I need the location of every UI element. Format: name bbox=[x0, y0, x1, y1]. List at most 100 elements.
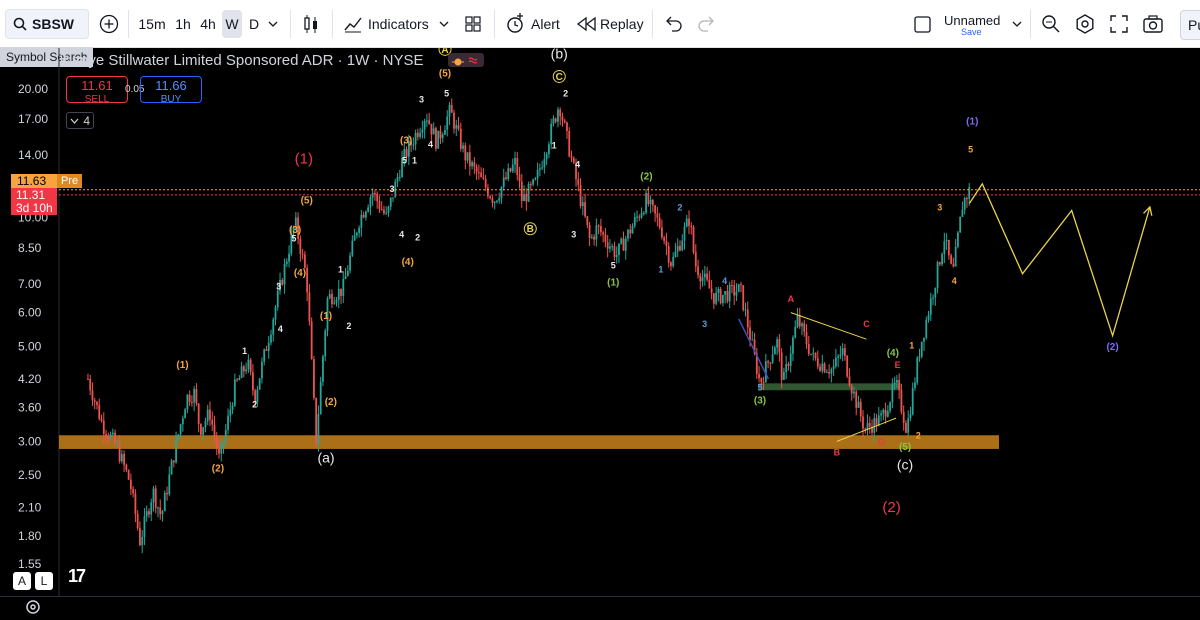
candle-body bbox=[509, 168, 512, 172]
divider bbox=[332, 10, 333, 38]
wave-label: (2) bbox=[882, 499, 900, 516]
chevron-down-icon[interactable] bbox=[1012, 21, 1022, 27]
candle-body bbox=[177, 434, 180, 440]
candle-body bbox=[301, 253, 304, 255]
alert-button[interactable]: Alert bbox=[531, 10, 560, 38]
wave-label: 5 bbox=[402, 155, 407, 165]
candle-body bbox=[412, 144, 415, 146]
chevron-down-icon[interactable] bbox=[268, 21, 278, 27]
candle-body bbox=[834, 357, 837, 367]
settings-icon[interactable] bbox=[1072, 11, 1098, 37]
timeframe-15m[interactable]: 15m bbox=[137, 10, 167, 38]
wave-label: (4) bbox=[887, 348, 899, 359]
sell-button[interactable]: 11.61 SELL bbox=[66, 76, 128, 105]
candle-body bbox=[597, 225, 600, 227]
price-chart[interactable]: 20.0017.0014.0012.0010.008.507.006.005.0… bbox=[0, 48, 1200, 620]
price-tick-label: 3.00 bbox=[18, 434, 42, 448]
bar-countdown: 3d 10h bbox=[16, 201, 53, 215]
candle-body bbox=[414, 132, 417, 145]
replay-button[interactable]: Replay bbox=[600, 10, 644, 38]
gear-icon[interactable] bbox=[24, 598, 42, 616]
timeframe-d[interactable]: D bbox=[244, 10, 264, 38]
wave-label: C bbox=[556, 72, 563, 83]
add-symbol-icon[interactable] bbox=[96, 11, 122, 37]
candle-body bbox=[783, 372, 785, 380]
candle-body bbox=[961, 209, 964, 217]
candle-body bbox=[374, 193, 376, 195]
candles-icon[interactable] bbox=[298, 11, 324, 37]
candle-body bbox=[163, 492, 166, 512]
candle-body bbox=[916, 357, 919, 383]
camera-icon[interactable] bbox=[1140, 11, 1166, 37]
publish-button[interactable]: Pu bbox=[1180, 10, 1200, 40]
candle-body bbox=[798, 315, 801, 327]
price-tick-label: 14.00 bbox=[18, 148, 48, 162]
alarm-clock-icon[interactable] bbox=[502, 11, 528, 37]
candle-body bbox=[132, 488, 135, 494]
candle-body bbox=[640, 213, 643, 218]
quick-search-icon[interactable] bbox=[1038, 11, 1064, 37]
candle-body bbox=[581, 202, 584, 207]
wave-label: B bbox=[527, 224, 534, 235]
candle-body bbox=[595, 225, 598, 240]
wave-label: E bbox=[895, 360, 901, 370]
candle-body bbox=[638, 216, 641, 218]
fullscreen-icon[interactable] bbox=[1106, 11, 1132, 37]
timeframe-4h[interactable]: 4h bbox=[196, 10, 220, 38]
candle-body bbox=[111, 432, 114, 435]
candle-body bbox=[665, 241, 668, 247]
timeframe-1h[interactable]: 1h bbox=[171, 10, 195, 38]
candle-body bbox=[489, 196, 492, 199]
auto-scale-button[interactable]: A bbox=[13, 572, 31, 590]
candle-body bbox=[245, 369, 248, 372]
candle-body bbox=[954, 246, 957, 267]
indicators-collapse-button[interactable]: 4 bbox=[66, 112, 94, 129]
price-tick-label: 5.00 bbox=[18, 339, 42, 353]
replay-icon[interactable] bbox=[574, 11, 600, 37]
candle-body bbox=[758, 374, 760, 379]
candle-body bbox=[590, 236, 593, 238]
candle-body bbox=[157, 507, 159, 509]
candle-body bbox=[423, 120, 426, 130]
candle-body bbox=[579, 184, 582, 207]
candle-body bbox=[884, 409, 887, 417]
candle-body bbox=[532, 179, 534, 185]
buy-button[interactable]: 11.66 BUY bbox=[140, 76, 202, 105]
layout-checkbox-icon[interactable] bbox=[910, 11, 936, 37]
candle-body bbox=[353, 235, 356, 241]
symbol-search-button[interactable]: SBSW bbox=[5, 9, 89, 39]
candle-body bbox=[437, 130, 440, 149]
chevron-down-icon[interactable] bbox=[439, 21, 449, 27]
layout-grid-icon[interactable] bbox=[460, 11, 486, 37]
support-zone bbox=[59, 435, 999, 449]
candle-body bbox=[776, 339, 779, 348]
wave-label: D bbox=[878, 437, 885, 447]
candle-body bbox=[850, 385, 853, 394]
wave-label: 1 bbox=[552, 141, 557, 151]
candle-body bbox=[448, 104, 451, 117]
candle-body bbox=[618, 243, 620, 255]
layout-name[interactable]: Unnamed bbox=[944, 13, 1000, 28]
timeframe-w[interactable]: W bbox=[222, 10, 242, 38]
indicators-button[interactable]: Indicators bbox=[368, 10, 429, 38]
close-price-tag: 11.31 3d 10h bbox=[11, 188, 57, 215]
candle-body bbox=[493, 201, 496, 203]
chart-title: ibanye Stillwater Limited Sponsored ADR … bbox=[60, 52, 424, 69]
save-label[interactable]: Save bbox=[961, 27, 982, 37]
wave-label: 2 bbox=[916, 430, 921, 440]
candle-body bbox=[197, 403, 200, 424]
undo-icon[interactable] bbox=[660, 11, 686, 37]
candle-body bbox=[694, 252, 697, 267]
candle-body bbox=[213, 424, 216, 437]
wave-label: (3) bbox=[400, 136, 412, 147]
candle-body bbox=[681, 240, 684, 251]
candle-body bbox=[136, 514, 139, 529]
candle-body bbox=[220, 444, 223, 454]
candle-body bbox=[188, 394, 191, 403]
candle-body bbox=[416, 132, 419, 137]
log-scale-button[interactable]: L bbox=[35, 572, 53, 590]
candle-body bbox=[651, 199, 654, 206]
indicators-icon[interactable] bbox=[340, 11, 366, 37]
price-tick-label: 6.00 bbox=[18, 306, 42, 320]
redo-icon[interactable] bbox=[694, 11, 720, 37]
